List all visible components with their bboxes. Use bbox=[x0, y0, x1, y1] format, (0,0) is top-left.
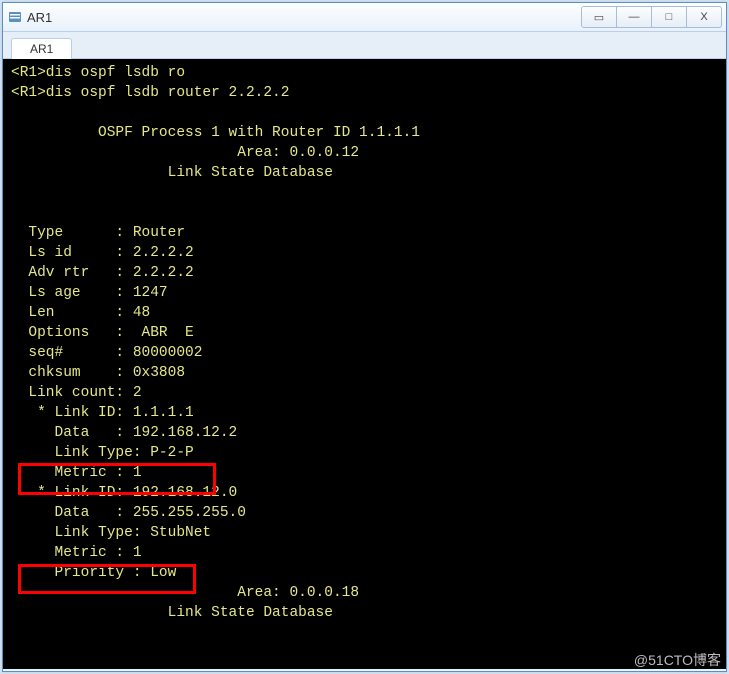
window-controls: ▭ — □ X bbox=[582, 6, 722, 28]
maximize-button[interactable]: □ bbox=[651, 6, 687, 28]
terminal-line: Area: 0.0.0.18 bbox=[11, 585, 359, 601]
terminal-line: <R1>dis ospf lsdb ro bbox=[11, 65, 185, 81]
tab-bar: AR1 bbox=[3, 32, 726, 59]
terminal-line: Link Type: P-2-P bbox=[11, 445, 194, 461]
terminal-line: Data : 192.168.12.2 bbox=[11, 425, 237, 441]
app-window: AR1 ▭ — □ X AR1 <R1>dis ospf lsdb ro <R1… bbox=[2, 2, 727, 672]
terminal-line: Ls id : 2.2.2.2 bbox=[11, 245, 194, 261]
terminal-line: OSPF Process 1 with Router ID 1.1.1.1 bbox=[11, 125, 420, 141]
terminal-line: Metric : 1 bbox=[11, 545, 142, 561]
terminal-line: Metric : 1 bbox=[11, 465, 142, 481]
terminal-line: Data : 255.255.255.0 bbox=[11, 505, 246, 521]
terminal-line: Area: 0.0.0.12 bbox=[11, 145, 359, 161]
title-bar: AR1 ▭ — □ X bbox=[3, 3, 726, 32]
app-icon bbox=[7, 9, 23, 25]
terminal-line: Priority : Low bbox=[11, 565, 176, 581]
terminal-line: Adv rtr : 2.2.2.2 bbox=[11, 265, 194, 281]
terminal-output[interactable]: <R1>dis ospf lsdb ro <R1>dis ospf lsdb r… bbox=[3, 59, 726, 669]
terminal-line: Ls age : 1247 bbox=[11, 285, 168, 301]
terminal-line: <R1>dis ospf lsdb router 2.2.2.2 bbox=[11, 85, 289, 101]
window-title: AR1 bbox=[27, 10, 582, 25]
terminal-line: Link State Database bbox=[11, 605, 333, 621]
terminal-line: seq# : 80000002 bbox=[11, 345, 202, 361]
terminal-line: Len : 48 bbox=[11, 305, 150, 321]
terminal-line: Type : Router bbox=[11, 225, 185, 241]
terminal-line: * Link ID: 192.168.12.0 bbox=[11, 485, 237, 501]
terminal-line: Link State Database bbox=[11, 165, 333, 181]
terminal-line: Link Type: StubNet bbox=[11, 525, 211, 541]
tab-ar1[interactable]: AR1 bbox=[11, 38, 72, 59]
terminal-line: chksum : 0x3808 bbox=[11, 365, 185, 381]
terminal-line: * Link ID: 1.1.1.1 bbox=[11, 405, 194, 421]
terminal-line: Link count: 2 bbox=[11, 385, 142, 401]
minimize-button[interactable]: — bbox=[616, 6, 652, 28]
terminal-line: Options : ABR E bbox=[11, 325, 194, 341]
info-button[interactable]: ▭ bbox=[581, 6, 617, 28]
close-button[interactable]: X bbox=[686, 6, 722, 28]
watermark: @51CTO博客 bbox=[634, 650, 721, 670]
